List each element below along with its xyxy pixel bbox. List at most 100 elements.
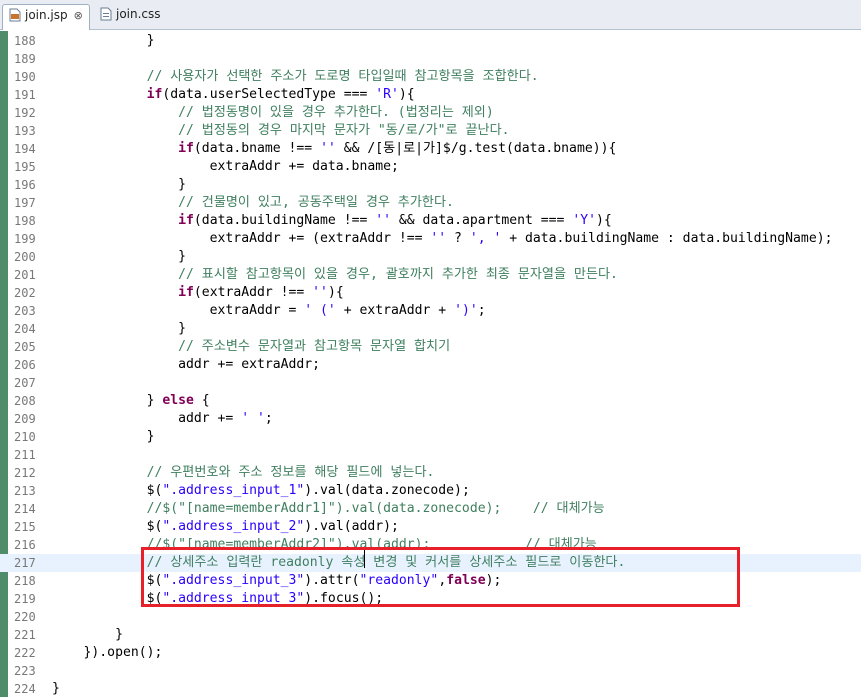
code-line[interactable]: 211 (0, 446, 861, 464)
code-text[interactable]: if(data.userSelectedType === 'R'){ (52, 86, 415, 104)
line-number: 209 (14, 412, 36, 426)
line-number: 195 (14, 160, 36, 174)
code-line[interactable]: 205 // 주소변수 문자열과 참고항목 문자열 합치기 (0, 338, 861, 356)
line-number: 214 (14, 502, 36, 516)
code-line[interactable]: 190 // 사용자가 선택한 주소가 도로명 타입일때 참고항목을 조합한다. (0, 68, 861, 86)
code-text[interactable]: } (52, 32, 155, 50)
line-number: 197 (14, 196, 36, 210)
line-number: 217 (14, 556, 36, 570)
code-line[interactable]: 216 //$("[name=memberAddr2]").val(addr);… (0, 536, 861, 554)
close-tab-icon[interactable]: ⊗ (74, 9, 83, 22)
code-text[interactable]: // 법정동의 경우 마지막 문자가 "동/로/가"로 끝난다. (52, 122, 509, 140)
code-line[interactable]: 196 } (0, 176, 861, 194)
code-text[interactable]: extraAddr += data.bname; (52, 158, 399, 176)
code-line[interactable]: 224} (0, 680, 861, 698)
code-text[interactable]: //$("[name=memberAddr2]").val(addr); // … (52, 536, 597, 554)
code-text[interactable]: // 사용자가 선택한 주소가 도로명 타입일때 참고항목을 조합한다. (52, 68, 539, 86)
line-number: 210 (14, 430, 36, 444)
code-line[interactable]: 188 } (0, 32, 861, 50)
code-line[interactable]: 212 // 우편번호와 주소 정보를 해당 필드에 넣는다. (0, 464, 861, 482)
line-number: 223 (14, 664, 36, 678)
line-number: 198 (14, 214, 36, 228)
code-text[interactable]: } (52, 248, 186, 266)
code-line[interactable]: 213 $(".address_input_1").val(data.zonec… (0, 482, 861, 500)
code-line[interactable]: 222 }).open(); (0, 644, 861, 662)
code-line[interactable]: 191 if(data.userSelectedType === 'R'){ (0, 86, 861, 104)
line-number: 206 (14, 358, 36, 372)
code-text[interactable]: //$("[name=memberAddr1]").val(data.zonec… (52, 500, 605, 518)
line-number: 216 (14, 538, 36, 552)
code-line[interactable]: 217 // 상세주소 입력란 readonly 속성 변경 및 커서를 상세주… (0, 554, 861, 572)
line-number: 213 (14, 484, 36, 498)
line-number: 215 (14, 520, 36, 534)
code-text[interactable]: } (52, 680, 60, 698)
tab-join-jsp[interactable]: join.jsp ⊗ (2, 4, 90, 30)
code-line[interactable]: 210 } (0, 428, 861, 446)
code-line[interactable]: 220 (0, 608, 861, 626)
line-number: 194 (14, 142, 36, 156)
code-line[interactable]: 194 if(data.bname !== '' && /[동|로|가]$/g.… (0, 140, 861, 158)
code-line[interactable]: 202 if(extraAddr !== ''){ (0, 284, 861, 302)
code-line[interactable]: 204 } (0, 320, 861, 338)
code-text[interactable]: // 법정동명이 있을 경우 추가한다. (법정리는 제외) (52, 104, 494, 122)
code-text[interactable]: $(".address_input_2").val(addr); (52, 518, 399, 536)
code-line[interactable]: 193 // 법정동의 경우 마지막 문자가 "동/로/가"로 끝난다. (0, 122, 861, 140)
code-text[interactable]: } (52, 428, 155, 446)
code-text[interactable]: // 상세주소 입력란 readonly 속성 변경 및 커서를 상세주소 필드… (52, 554, 626, 572)
tab-label: join.jsp (25, 8, 68, 22)
code-text[interactable]: addr += extraAddr; (52, 356, 320, 374)
jsp-file-icon (9, 8, 21, 22)
line-number: 222 (14, 646, 36, 660)
code-text[interactable]: if(data.buildingName !== '' && data.apar… (52, 212, 612, 230)
line-number: 220 (14, 610, 36, 624)
line-number: 201 (14, 268, 36, 282)
code-text[interactable]: } else { (52, 392, 210, 410)
code-line[interactable]: 198 if(data.buildingName !== '' && data.… (0, 212, 861, 230)
code-line[interactable]: 215 $(".address_input_2").val(addr); (0, 518, 861, 536)
line-number: 208 (14, 394, 36, 408)
code-line[interactable]: 207 (0, 374, 861, 392)
line-number: 203 (14, 304, 36, 318)
code-line[interactable]: 197 // 건물명이 있고, 공동주택일 경우 추가한다. (0, 194, 861, 212)
code-text[interactable]: // 주소변수 문자열과 참고항목 문자열 합치기 (52, 338, 450, 356)
code-line[interactable]: 218 $(".address_input_3").attr("readonly… (0, 572, 861, 590)
code-line[interactable]: 206 addr += extraAddr; (0, 356, 861, 374)
line-number: 224 (14, 682, 36, 696)
code-line[interactable]: 199 extraAddr += (extraAddr !== '' ? ', … (0, 230, 861, 248)
code-text[interactable]: $(".address_input_3").focus(); (52, 590, 384, 608)
code-line[interactable]: 219 $(".address_input_3").focus(); (0, 590, 861, 608)
code-line[interactable]: 208 } else { (0, 392, 861, 410)
code-line[interactable]: 203 extraAddr = ' (' + extraAddr + ')'; (0, 302, 861, 320)
code-text[interactable]: addr += ' '; (52, 410, 273, 428)
code-text[interactable]: if(data.bname !== '' && /[동|로|가]$/g.test… (52, 140, 616, 158)
text-caret (364, 550, 365, 568)
code-text[interactable]: } (52, 626, 123, 644)
code-line[interactable]: 221 } (0, 626, 861, 644)
line-number: 192 (14, 106, 36, 120)
code-text[interactable]: } (52, 176, 186, 194)
code-text[interactable]: // 표시할 참고항목이 있을 경우, 괄호까지 추가한 최종 문자열을 만든다… (52, 266, 618, 284)
code-line[interactable]: 201 // 표시할 참고항목이 있을 경우, 괄호까지 추가한 최종 문자열을… (0, 266, 861, 284)
line-number: 199 (14, 232, 36, 246)
line-number: 219 (14, 592, 36, 606)
code-line[interactable]: 189 (0, 50, 861, 68)
code-line[interactable]: 209 addr += ' '; (0, 410, 861, 428)
line-number: 190 (14, 70, 36, 84)
code-text[interactable]: extraAddr = ' (' + extraAddr + ')'; (52, 302, 486, 320)
code-text[interactable]: if(extraAddr !== ''){ (52, 284, 344, 302)
code-line[interactable]: 195 extraAddr += data.bname; (0, 158, 861, 176)
code-line[interactable]: 200 } (0, 248, 861, 266)
code-line[interactable]: 214 //$("[name=memberAddr1]").val(data.z… (0, 500, 861, 518)
code-text[interactable]: $(".address_input_3").attr("readonly",fa… (52, 572, 502, 590)
code-text[interactable]: // 건물명이 있고, 공동주택일 경우 추가한다. (52, 194, 454, 212)
code-text[interactable]: extraAddr += (extraAddr !== '' ? ', ' + … (52, 230, 833, 248)
line-number: 204 (14, 322, 36, 336)
tab-join-css[interactable]: join.css (94, 4, 166, 30)
code-editor[interactable]: 188 } 189 190 // 사용자가 선택한 주소가 도로명 타입일때 참고항… (0, 31, 861, 697)
code-text[interactable]: }).open(); (52, 644, 163, 662)
code-text[interactable]: // 우편번호와 주소 정보를 해당 필드에 넣는다. (52, 464, 435, 482)
code-text[interactable]: $(".address_input_1").val(data.zonecode)… (52, 482, 470, 500)
code-text[interactable]: } (52, 320, 186, 338)
code-line[interactable]: 192 // 법정동명이 있을 경우 추가한다. (법정리는 제외) (0, 104, 861, 122)
code-line[interactable]: 223 (0, 662, 861, 680)
